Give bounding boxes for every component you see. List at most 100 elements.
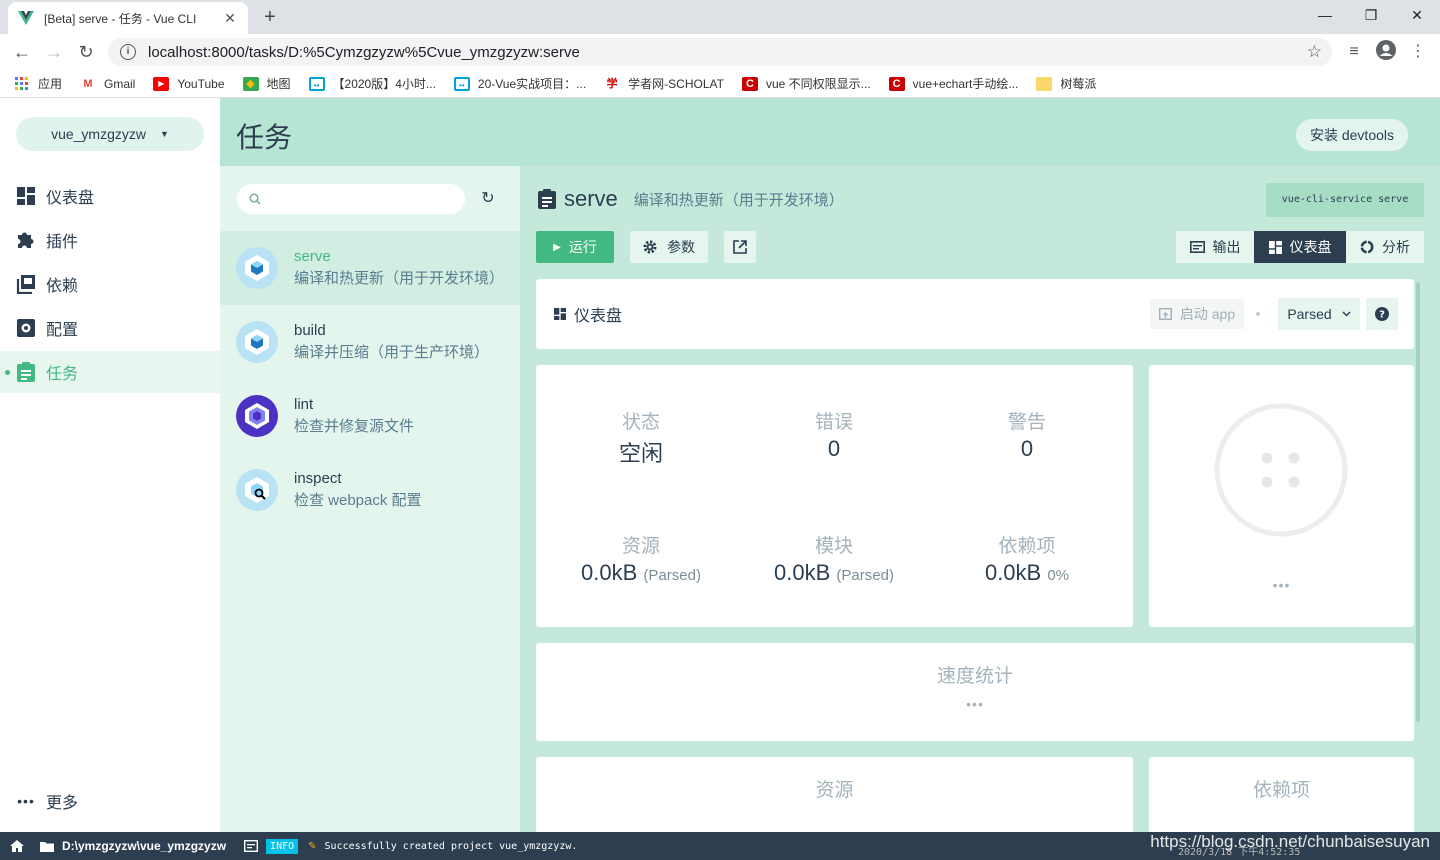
dashboard-icon: [554, 308, 566, 320]
gauge-ellipsis: •••: [1272, 577, 1291, 593]
log-icon: ✎: [308, 840, 317, 852]
stat-value: 0: [1020, 436, 1034, 461]
bookmark-bilibili-2[interactable]: •• 20-Vue实战项目：...: [453, 75, 586, 92]
task-heading: serve 编译和热更新（用于开发环境）: [538, 184, 844, 214]
bilibili-icon: ••: [453, 76, 470, 91]
nav-item-configuration[interactable]: 配置: [0, 307, 220, 349]
task-item-serve[interactable]: serve 编译和热更新（用于开发环境）: [220, 231, 520, 305]
help-icon: ?: [1375, 307, 1389, 321]
webpack-inspect-icon: [236, 469, 278, 511]
page-title: 任务: [236, 122, 293, 153]
nav-item-dashboard[interactable]: 仪表盘: [0, 175, 220, 217]
task-item-build[interactable]: build 编译并压缩（用于生产环境）: [220, 305, 520, 379]
parameters-button[interactable]: 参数: [630, 231, 708, 263]
open-external-button[interactable]: [724, 231, 756, 263]
bookmark-csdn-2[interactable]: Cvue+echart手动绘...: [888, 75, 1018, 92]
stat-modules: 模块 0.0kB (Parsed): [737, 531, 931, 586]
stat-unit: 0%: [1047, 567, 1070, 584]
dashboard-title: 仪表盘: [574, 308, 623, 325]
bookmark-label: vue 不同权限显示...: [765, 77, 871, 91]
bookmark-youtube[interactable]: ▶ YouTube: [153, 76, 225, 91]
nav-item-dependencies[interactable]: 依赖: [0, 263, 220, 305]
scholat-icon: 学: [606, 77, 618, 90]
size-mode-value: Parsed: [1287, 306, 1332, 322]
task-search-input[interactable]: [237, 184, 465, 214]
nav-item-label: 插件: [46, 234, 79, 251]
bookmark-star-icon[interactable]: ☆: [1307, 42, 1322, 62]
webpack-cube-icon: [236, 247, 278, 289]
view-label: 分析: [1382, 239, 1410, 255]
help-button[interactable]: ?: [1366, 298, 1398, 330]
stat-errors: 错误 0: [737, 407, 931, 462]
params-label: 参数: [667, 239, 695, 255]
bookmarks-bar: 应用 M Gmail ▶ YouTube ◆ 地图 •• 【2020版】4小时... •…: [0, 70, 1440, 98]
browser-tab[interactable]: [Beta] serve - 任务 - Vue CLI ✕: [8, 2, 248, 34]
nav-more[interactable]: ••• 更多: [0, 780, 220, 822]
stat-label: 状态: [621, 412, 660, 433]
bookmark-gmail[interactable]: M Gmail: [80, 77, 135, 91]
play-icon: ▶: [553, 241, 561, 253]
run-task-button[interactable]: ▶ 运行: [536, 231, 614, 263]
nav-item-tasks[interactable]: 任务: [0, 351, 220, 393]
size-mode-select[interactable]: Parsed: [1278, 298, 1360, 330]
forward-icon[interactable]: →: [42, 40, 66, 64]
reload-icon[interactable]: ↻: [74, 40, 98, 64]
bookmark-maps[interactable]: ◆ 地图: [242, 75, 291, 92]
task-item-inspect[interactable]: inspect 检查 webpack 配置: [220, 453, 520, 527]
project-selector[interactable]: vue_ymzgzyzw ▼: [16, 117, 204, 151]
url-text: localhost:8000/tasks/D:%5Cymzgzyzw%5Cvue…: [148, 43, 580, 61]
minimize-icon[interactable]: —: [1302, 0, 1348, 30]
assets-title: 资源: [815, 780, 854, 801]
webpack-cube-icon: [236, 321, 278, 363]
content-scrollbar[interactable]: [1416, 282, 1420, 722]
bookmark-csdn-1[interactable]: Cvue 不同权限显示...: [741, 75, 871, 92]
svg-text:?: ?: [1379, 310, 1385, 321]
profile-icon[interactable]: [1374, 40, 1398, 64]
reading-list-icon[interactable]: ≡: [1342, 40, 1366, 64]
task-description: 检查并修复源文件: [294, 418, 415, 435]
csdn-icon: C: [741, 76, 758, 91]
speed-title: 速度统计: [936, 666, 1013, 687]
browser-menu-icon[interactable]: ⋮: [1406, 40, 1430, 64]
install-devtools-button[interactable]: 安装 devtools: [1296, 119, 1408, 151]
command-tag: vue-cli-service serve: [1266, 183, 1424, 217]
project-path[interactable]: D:\ymzgzyzw\vue_ymzgzyzw: [62, 839, 226, 853]
stat-label: 警告: [1007, 412, 1046, 433]
stat-value: 0.0kB: [774, 560, 831, 585]
bookmark-apps[interactable]: 应用: [14, 75, 62, 92]
active-indicator: [5, 370, 10, 375]
task-name: lint: [294, 396, 314, 413]
stat-warnings: 警告 0: [930, 407, 1124, 462]
site-info-icon[interactable]: i: [120, 44, 136, 60]
view-analyzer-tab[interactable]: 分析: [1346, 231, 1424, 263]
log-message[interactable]: Successfully created project vue_ymzgzyz…: [325, 841, 578, 852]
stat-status: 状态 空闲: [544, 407, 738, 468]
task-item-lint[interactable]: lint 检查并修复源文件: [220, 379, 520, 453]
bookmark-folder[interactable]: 树莓派: [1036, 75, 1096, 92]
address-bar[interactable]: i localhost:8000/tasks/D:%5Cymzgzyzw%5Cv…: [108, 38, 1332, 66]
run-label: 运行: [568, 239, 597, 255]
start-app-button[interactable]: 启动 app: [1150, 299, 1244, 329]
view-dashboard-tab[interactable]: 仪表盘: [1254, 231, 1346, 263]
bookmark-scholat[interactable]: 学学者网-SCHOLAT: [604, 75, 724, 92]
close-tab-icon[interactable]: ✕: [222, 10, 238, 27]
bookmark-bilibili-1[interactable]: •• 【2020版】4小时...: [308, 75, 436, 92]
new-tab-button[interactable]: +: [258, 4, 282, 30]
folder-icon: [1036, 76, 1053, 91]
stat-unit: (Parsed): [836, 567, 894, 584]
refresh-icon[interactable]: ↻: [478, 189, 498, 209]
puzzle-icon: [16, 230, 36, 250]
console-log-icon[interactable]: [244, 840, 259, 852]
progress-gauge-card: •••: [1149, 365, 1414, 627]
close-window-icon[interactable]: ✕: [1394, 0, 1440, 30]
nav-item-label: 仪表盘: [46, 190, 95, 207]
bookmark-label: 地图: [266, 77, 291, 91]
start-app-label: 启动 app: [1179, 306, 1236, 322]
back-icon[interactable]: ←: [10, 40, 34, 64]
view-output-tab[interactable]: 输出: [1176, 231, 1254, 263]
terminal-icon: [1189, 241, 1205, 253]
maximize-icon[interactable]: ❐: [1348, 0, 1394, 30]
home-icon[interactable]: [10, 840, 24, 852]
stat-dependencies: 依赖项 0.0kB 0%: [930, 531, 1124, 586]
nav-item-plugins[interactable]: 插件: [0, 219, 220, 261]
